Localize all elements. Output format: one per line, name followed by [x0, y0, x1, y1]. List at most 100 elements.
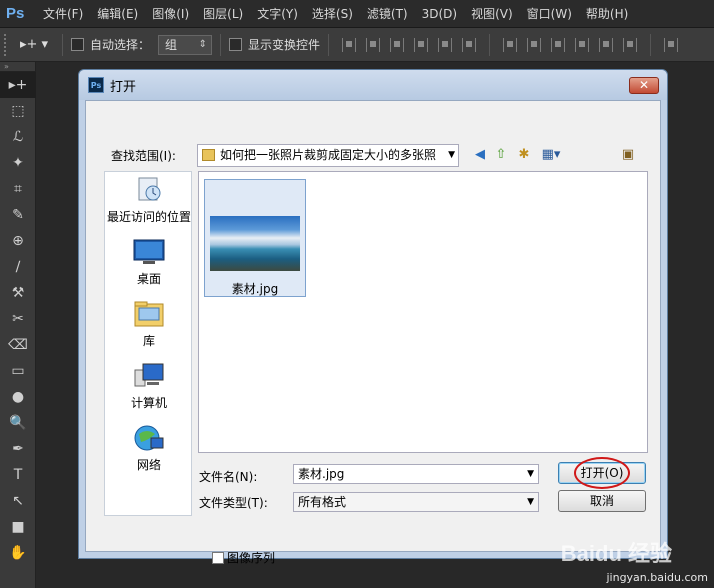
menu-view[interactable]: 视图(V) — [464, 0, 520, 28]
dodge-tool-icon[interactable]: 🔍 — [0, 410, 36, 436]
menu-filter[interactable]: 滤镜(T) — [360, 0, 415, 28]
show-transform-label: 显示变换控件 — [248, 38, 321, 52]
place-computer[interactable]: 计算机 — [105, 362, 193, 411]
rectangle-tool-icon[interactable]: ■ — [0, 514, 36, 540]
menu-file[interactable]: 文件(F) — [36, 0, 90, 28]
distribute-right-icon[interactable] — [623, 37, 638, 52]
eraser-tool-icon[interactable]: ⌫ — [0, 332, 36, 358]
recent-places-icon — [133, 176, 165, 204]
align-right-icon[interactable] — [462, 37, 477, 52]
highlight-circle — [574, 457, 630, 489]
cancel-button[interactable]: 取消 — [558, 490, 646, 512]
photoshop-icon: Ps — [88, 77, 104, 93]
separator — [328, 33, 330, 56]
menu-bar: Ps 文件(F) 编辑(E) 图像(I) 图层(L) 文字(Y) 选择(S) 滤… — [0, 0, 714, 28]
up-folder-icon[interactable]: ⇧ — [493, 147, 509, 163]
move-tool-icon[interactable]: ▸+ — [0, 72, 36, 98]
distribute-bottom-icon[interactable] — [551, 37, 566, 52]
file-list[interactable]: 素材.jpg — [198, 171, 648, 453]
options-bar-grip[interactable] — [4, 33, 10, 56]
baidu-watermark: Baidu 经验 — [560, 541, 672, 566]
tool-preset-picker[interactable]: ▸+ ▾ — [20, 34, 54, 56]
look-in-dropdown[interactable]: 如何把一张照片裁剪成固定大小的多张照 ▼ — [197, 144, 459, 167]
image-sequence-label: 图像序列 — [227, 551, 276, 565]
watermark-url: jingyan.baidu.com — [606, 571, 708, 584]
auto-select-label: 自动选择： — [90, 38, 151, 52]
image-sequence-option[interactable]: 图像序列 — [212, 549, 275, 566]
desktop-icon — [133, 238, 165, 266]
lasso-tool-icon[interactable]: ℒ — [0, 124, 36, 150]
new-folder-icon[interactable]: ✱ — [516, 147, 532, 163]
place-desktop-label: 桌面 — [136, 272, 161, 286]
distribute-vcenter-icon[interactable] — [527, 37, 542, 52]
close-button[interactable]: ✕ — [629, 77, 659, 94]
file-name-input[interactable]: 素材.jpg ▼ — [293, 464, 539, 484]
menu-type[interactable]: 文字(Y) — [250, 0, 305, 28]
file-item[interactable]: 素材.jpg — [204, 179, 306, 297]
place-recent-label: 最近访问的位置 — [106, 210, 191, 224]
menu-edit[interactable]: 编辑(E) — [90, 0, 145, 28]
place-desktop[interactable]: 桌面 — [105, 238, 193, 287]
align-left-icon[interactable] — [414, 37, 429, 52]
menu-select[interactable]: 选择(S) — [305, 0, 360, 28]
file-type-label: 文件类型(T): — [199, 496, 268, 510]
file-type-select[interactable]: 所有格式 ▼ — [293, 492, 539, 512]
look-in-value: 如何把一张照片裁剪成固定大小的多张照 — [220, 148, 437, 162]
pen-tool-icon[interactable]: ✒ — [0, 436, 36, 462]
distribute-top-icon[interactable] — [503, 37, 518, 52]
network-icon — [133, 424, 165, 452]
align-top-icon[interactable] — [342, 37, 357, 52]
place-libraries[interactable]: 库 — [105, 300, 193, 349]
places-bar: 最近访问的位置 桌面 库 计算机 网络 — [104, 171, 192, 516]
image-sequence-checkbox[interactable] — [212, 551, 224, 564]
menu-help[interactable]: 帮助(H) — [579, 0, 635, 28]
folder-icon — [202, 149, 215, 161]
back-icon[interactable]: ◀ — [472, 147, 488, 163]
marquee-tool-icon[interactable]: ⬚ — [0, 98, 36, 124]
tools-panel-collapse[interactable]: » — [0, 62, 35, 72]
photoshop-logo: Ps — [6, 4, 25, 22]
separator — [489, 33, 491, 56]
chevron-down-icon[interactable]: ▼ — [527, 465, 534, 483]
gradient-tool-icon[interactable]: ▭ — [0, 358, 36, 384]
chevron-down-icon: ▼ — [448, 150, 455, 160]
eyedropper-tool-icon[interactable]: ✎ — [0, 202, 36, 228]
place-computer-label: 计算机 — [130, 396, 167, 410]
file-name-label: 文件名(N): — [199, 470, 258, 484]
hand-tool-icon[interactable]: ✋ — [0, 540, 36, 566]
open-button[interactable]: 打开(O) — [558, 457, 646, 489]
place-recent[interactable]: 最近访问的位置 — [105, 176, 193, 225]
adobe-bridge-icon[interactable]: ▣ — [620, 147, 636, 163]
menu-layer[interactable]: 图层(L) — [196, 0, 250, 28]
distribute-hcenter-icon[interactable] — [599, 37, 614, 52]
auto-select-dropdown[interactable]: 组 — [158, 34, 213, 55]
open-dialog: Ps 打开 ✕ 查找范围(I): 如何把一张照片裁剪成固定大小的多张照 ▼ ◀ … — [78, 69, 668, 565]
magic-wand-tool-icon[interactable]: ✦ — [0, 150, 36, 176]
auto-select-checkbox[interactable] — [71, 38, 84, 51]
crop-tool-icon[interactable]: ⌗ — [0, 176, 36, 202]
place-network[interactable]: 网络 — [105, 424, 193, 473]
look-in-label: 查找范围(I): — [111, 149, 176, 163]
menu-image[interactable]: 图像(I) — [145, 0, 196, 28]
dialog-titlebar[interactable]: Ps 打开 — [79, 70, 667, 100]
distribute-left-icon[interactable] — [575, 37, 590, 52]
file-name-value: 素材.jpg — [298, 467, 345, 481]
menu-window[interactable]: 窗口(W) — [520, 0, 579, 28]
path-selection-tool-icon[interactable]: ↖ — [0, 488, 36, 514]
align-hcenter-icon[interactable] — [438, 37, 453, 52]
history-brush-tool-icon[interactable]: ✂ — [0, 306, 36, 332]
libraries-icon — [133, 300, 165, 328]
align-vcenter-icon[interactable] — [366, 37, 381, 52]
menu-3d[interactable]: 3D(D) — [415, 0, 464, 28]
healing-brush-tool-icon[interactable]: ⊕ — [0, 228, 36, 254]
dialog-title: 打开 — [110, 79, 137, 95]
view-menu-icon[interactable]: ▦▾ — [538, 147, 564, 163]
show-transform-checkbox[interactable] — [229, 38, 243, 51]
blur-tool-icon[interactable]: ● — [0, 384, 36, 410]
auto-align-icon[interactable] — [664, 37, 679, 52]
file-type-value: 所有格式 — [298, 495, 347, 509]
clone-stamp-tool-icon[interactable]: ⚒ — [0, 280, 36, 306]
type-tool-icon[interactable]: T — [0, 462, 36, 488]
brush-tool-icon[interactable]: ∕ — [0, 254, 36, 280]
align-bottom-icon[interactable] — [390, 37, 405, 52]
